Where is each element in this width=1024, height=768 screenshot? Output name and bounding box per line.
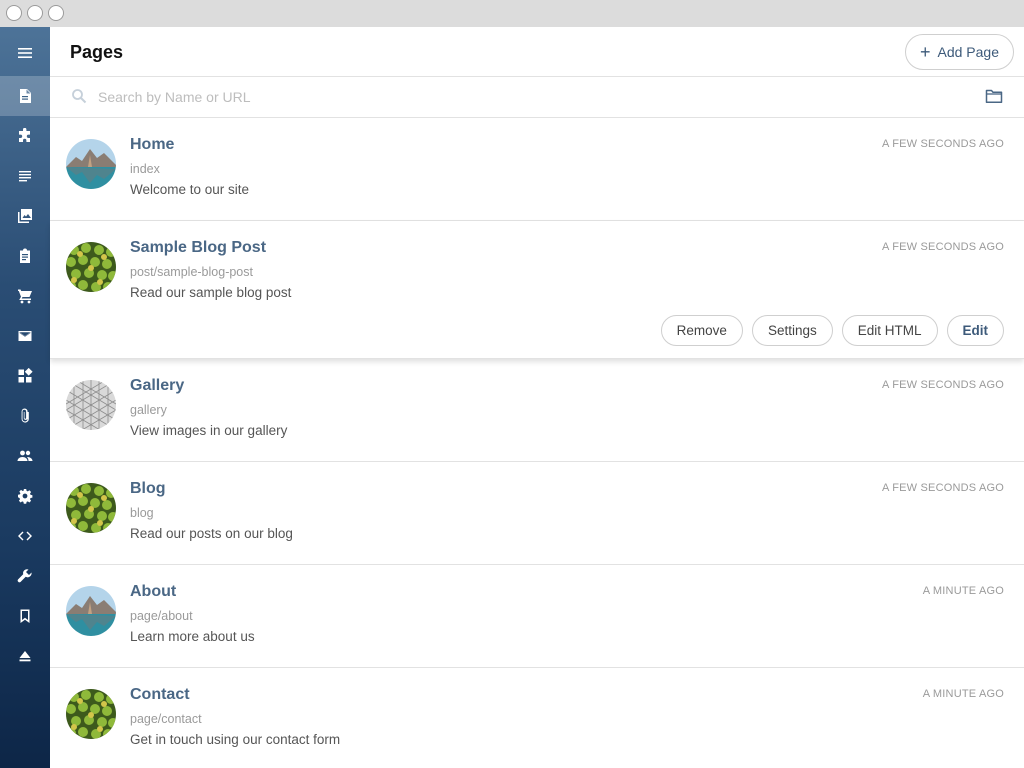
- gallery-icon: [18, 209, 32, 223]
- page-thumbnail: [66, 586, 116, 636]
- page-timestamp: A FEW SECONDS AGO: [882, 138, 1004, 150]
- page-timestamp: A MINUTE AGO: [922, 688, 1004, 700]
- sidebar-item-code[interactable]: [0, 516, 50, 556]
- page-description: Welcome to our site: [130, 182, 250, 197]
- wrench-icon: [17, 569, 32, 583]
- row-actions: Remove Settings Edit HTML Edit: [660, 315, 1004, 346]
- window-maximize-button[interactable]: [48, 5, 64, 21]
- cart-icon: [18, 289, 32, 304]
- code-icon: [18, 531, 32, 541]
- window-titlebar: [0, 0, 1024, 27]
- gear-icon: [18, 489, 33, 504]
- page-timestamp: A FEW SECONDS AGO: [882, 482, 1004, 494]
- green-fruit-image: [66, 483, 116, 533]
- clipboard-icon: [20, 248, 30, 263]
- page-description: View images in our gallery: [130, 423, 288, 438]
- page-thumbnail: [66, 242, 116, 292]
- sidebar-item-menu[interactable]: [0, 33, 50, 73]
- folder-icon[interactable]: [985, 88, 1003, 104]
- green-fruit-image: [66, 242, 116, 292]
- page-timestamp: A FEW SECONDS AGO: [882, 241, 1004, 253]
- page-url: index: [130, 162, 160, 176]
- page-title-link[interactable]: Gallery: [130, 377, 184, 395]
- page-url: post/sample-blog-post: [130, 265, 253, 279]
- page-thumbnail: [66, 689, 116, 739]
- edit-button[interactable]: Edit: [946, 315, 1004, 346]
- page-description: Read our posts on our blog: [130, 526, 293, 541]
- sidebar-item-users[interactable]: [0, 436, 50, 476]
- users-icon: [17, 450, 33, 461]
- sidebar-item-cart[interactable]: [0, 276, 50, 316]
- page-url: page/about: [130, 609, 193, 623]
- page-title-link[interactable]: Sample Blog Post: [130, 239, 266, 257]
- menu-icon: [18, 48, 32, 58]
- plus-icon: +: [919, 42, 931, 62]
- page-timestamp: A MINUTE AGO: [922, 585, 1004, 597]
- sidebar: [0, 27, 50, 768]
- geodesic-dome-image: [66, 380, 116, 430]
- bookmark-icon: [20, 609, 30, 623]
- mail-icon: [18, 331, 32, 341]
- search-input[interactable]: [98, 85, 938, 109]
- dashboard-icon: [18, 368, 33, 383]
- page-title: Pages: [70, 42, 124, 62]
- search-bar: [50, 77, 1024, 118]
- list-item[interactable]: Gallery gallery View images in our galle…: [50, 359, 1024, 462]
- list-item[interactable]: Sample Blog Post post/sample-blog-post R…: [50, 221, 1024, 359]
- list-item[interactable]: Home index Welcome to our site A FEW SEC…: [50, 118, 1024, 221]
- sidebar-item-list[interactable]: [0, 156, 50, 196]
- settings-button[interactable]: Settings: [751, 315, 833, 346]
- sidebar-item-attachments[interactable]: [0, 396, 50, 436]
- page-thumbnail: [66, 139, 116, 189]
- add-page-label: Add Page: [937, 44, 1000, 60]
- eject-icon: [19, 651, 31, 662]
- page-thumbnail: [66, 483, 116, 533]
- sidebar-item-mail[interactable]: [0, 316, 50, 356]
- sidebar-item-gallery[interactable]: [0, 196, 50, 236]
- page-url: gallery: [130, 403, 167, 417]
- sidebar-item-clipboard[interactable]: [0, 236, 50, 276]
- list-item[interactable]: Blog blog Read our posts on our blog A F…: [50, 462, 1024, 565]
- green-fruit-image: [66, 689, 116, 739]
- sidebar-item-dashboard[interactable]: [0, 356, 50, 396]
- remove-button[interactable]: Remove: [660, 315, 743, 346]
- page-url: page/contact: [130, 712, 202, 726]
- sidebar-item-bookmarks[interactable]: [0, 596, 50, 636]
- page-url: blog: [130, 506, 154, 520]
- page-title-link[interactable]: About: [130, 583, 176, 601]
- page-title-link[interactable]: Blog: [130, 480, 166, 498]
- page-timestamp: A FEW SECONDS AGO: [882, 379, 1004, 391]
- list-item[interactable]: Contact page/contact Get in touch using …: [50, 668, 1024, 768]
- sidebar-item-pages[interactable]: [0, 76, 50, 116]
- sidebar-item-plugins[interactable]: [0, 116, 50, 156]
- page-description: Get in touch using our contact form: [130, 732, 341, 747]
- page-title-link[interactable]: Contact: [130, 686, 190, 704]
- sidebar-item-settings[interactable]: [0, 476, 50, 516]
- page-header: Pages + Add Page: [50, 27, 1024, 77]
- page-description: Read our sample blog post: [130, 285, 292, 300]
- edit-html-button[interactable]: Edit HTML: [841, 315, 938, 346]
- mountain-lake-image: [66, 586, 116, 636]
- window-minimize-button[interactable]: [27, 5, 43, 21]
- list-icon: [19, 171, 31, 182]
- plugins-icon: [19, 128, 30, 142]
- sidebar-item-eject[interactable]: [0, 636, 50, 676]
- attachment-icon: [21, 408, 29, 423]
- add-page-button[interactable]: + Add Page: [905, 34, 1014, 70]
- page-description: Learn more about us: [130, 629, 255, 644]
- list-item[interactable]: About page/about Learn more about us A M…: [50, 565, 1024, 668]
- pages-icon: [20, 89, 31, 103]
- search-icon: [72, 89, 87, 104]
- mountain-lake-image: [66, 139, 116, 189]
- page-thumbnail: [66, 380, 116, 430]
- sidebar-item-tools[interactable]: [0, 556, 50, 596]
- page-title-link[interactable]: Home: [130, 136, 174, 154]
- window-close-button[interactable]: [6, 5, 22, 21]
